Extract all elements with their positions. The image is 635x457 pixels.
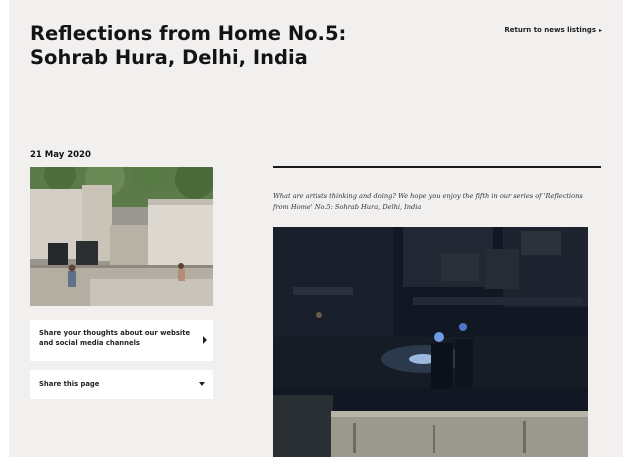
night-photo <box>273 227 588 457</box>
feedback-label: Share your thoughts about our website an… <box>39 329 191 347</box>
caret-down-icon <box>199 382 205 386</box>
content-divider <box>273 166 601 168</box>
share-page-label: Share this page <box>39 380 100 388</box>
caret-right-icon <box>203 336 207 344</box>
article-intro: What are artists thinking and doing? We … <box>273 191 583 211</box>
rooftop-photo-graphic <box>30 167 213 306</box>
page-title: Reflections from Home No.5: Sohrab Hura,… <box>30 22 390 70</box>
night-photo-graphic <box>273 227 588 457</box>
page-title-line-2: Sohrab Hura, Delhi, India <box>30 46 308 69</box>
return-to-news-label: Return to news listings <box>504 26 596 34</box>
page-title-line-1: Reflections from Home No.5: <box>30 22 347 45</box>
chevron-right-icon: ▸ <box>598 27 602 34</box>
share-page-dropdown[interactable]: Share this page <box>30 370 213 399</box>
article-page: Reflections from Home No.5: Sohrab Hura,… <box>9 0 623 457</box>
publish-date: 21 May 2020 <box>30 150 91 160</box>
rooftop-photo <box>30 167 213 306</box>
return-to-news-link[interactable]: Return to news listings ▸ <box>504 26 602 34</box>
feedback-card[interactable]: Share your thoughts about our website an… <box>30 320 213 361</box>
